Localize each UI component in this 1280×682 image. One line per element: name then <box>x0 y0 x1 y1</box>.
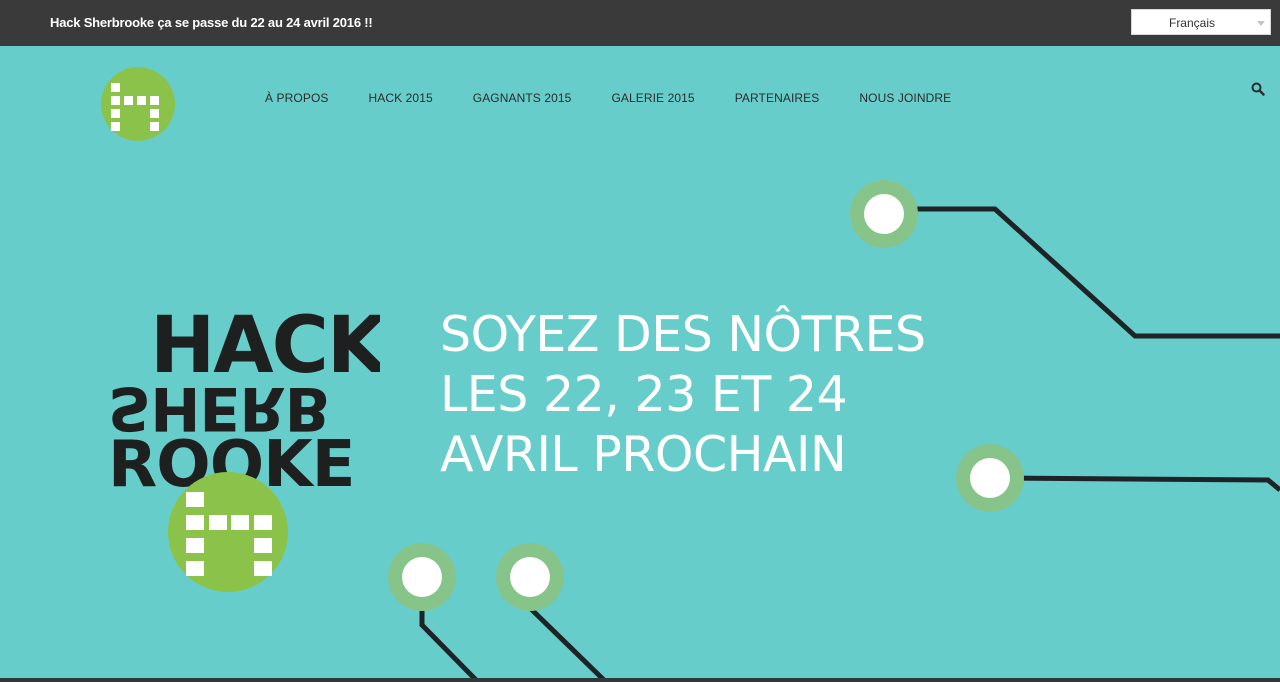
top-bar: Hack Sherbrooke ça se passe du 22 au 24 … <box>0 0 1280 46</box>
circuit-node <box>956 444 1024 512</box>
hero-line: LES 22, 23 ET 24 <box>440 366 848 423</box>
circuit-line <box>884 206 1280 339</box>
language-selected: Français <box>1168 16 1215 30</box>
circuit-line <box>989 475 1280 492</box>
language-select[interactable]: Français <box>1131 9 1271 35</box>
circuit-node <box>388 543 456 611</box>
hero-line: AVRIL PROCHAIN <box>440 426 847 483</box>
chevron-down-icon <box>1257 21 1265 26</box>
hack-sherbrooke-logo-icon: HACK SHERB ROOKE <box>108 301 392 592</box>
hero-line: SOYEZ DES NÔTRES <box>440 306 926 363</box>
circuit-node <box>496 543 564 611</box>
hero-headline: SOYEZ DES NÔTRES LES 22, 23 ET 24 AVRIL … <box>440 305 926 485</box>
next-section-edge <box>0 678 1280 682</box>
hero-logo: HACK SHERB ROOKE <box>100 300 392 600</box>
circuit-node <box>850 180 918 248</box>
announcement-text: Hack Sherbrooke ça se passe du 22 au 24 … <box>50 15 373 30</box>
